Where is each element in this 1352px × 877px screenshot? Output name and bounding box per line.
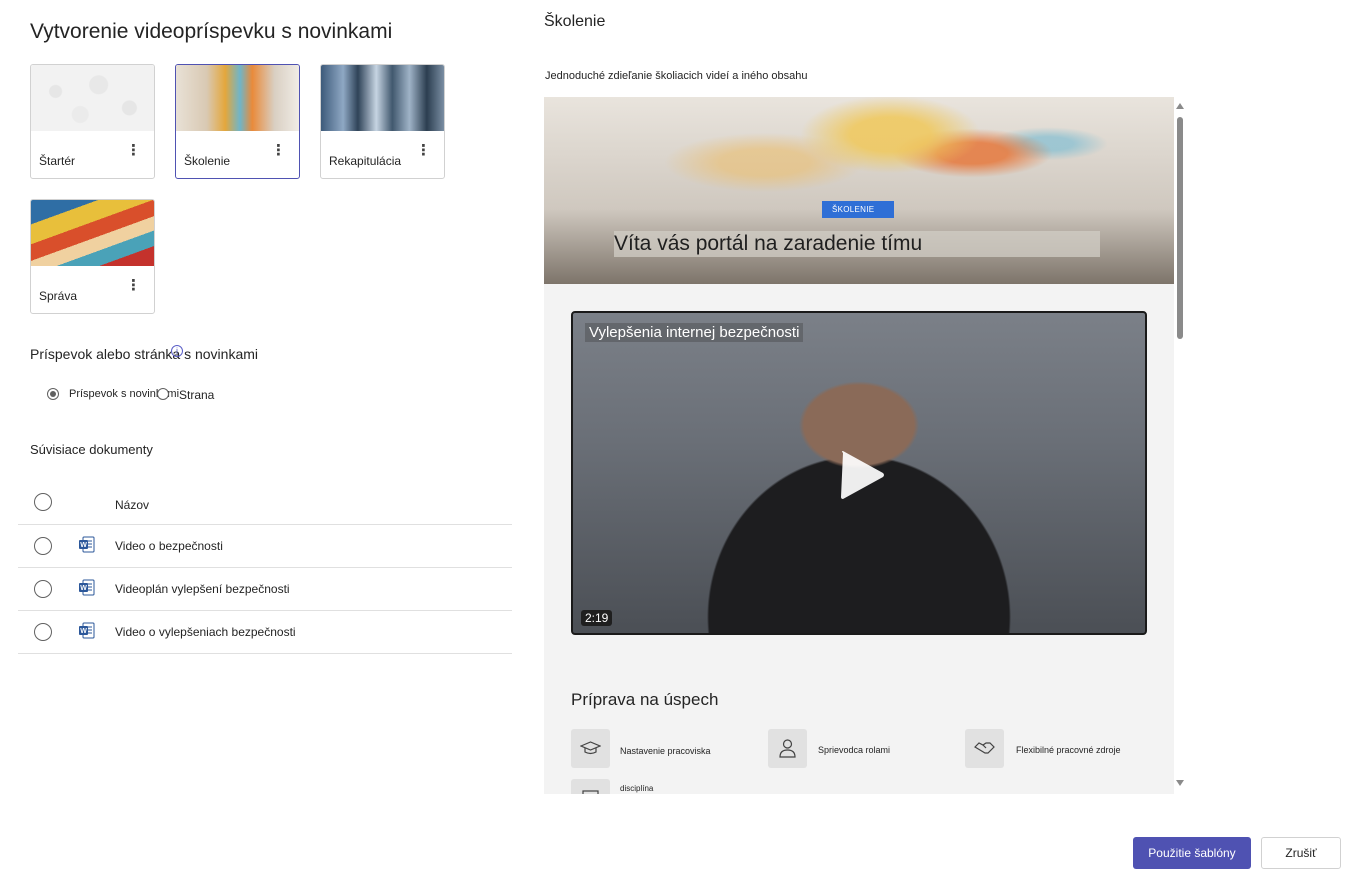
cancel-button[interactable]: Zrušiť — [1261, 837, 1341, 869]
feature-label: Nastavenie pracoviska — [620, 746, 711, 756]
scroll-down-icon[interactable] — [1176, 780, 1184, 786]
template-card-report[interactable]: Správa ⋮ — [30, 199, 155, 314]
preview-description: Jednoduché zdieľanie školiacich videí a … — [545, 70, 808, 82]
doc-name[interactable]: Video o bezpečnosti — [115, 539, 223, 553]
more-options-icon[interactable]: ⋮ — [126, 278, 141, 294]
scrollbar-thumb[interactable] — [1177, 117, 1183, 339]
row-select-radio[interactable] — [34, 580, 52, 598]
template-card-training[interactable]: Školenie ⋮ — [175, 64, 300, 179]
more-options-icon[interactable]: ⋮ — [271, 143, 286, 159]
word-doc-icon: W — [79, 622, 95, 639]
hero-tag: ŠKOLENIE — [822, 201, 894, 218]
video-title: Vylepšenia internej bezpečnosti — [585, 323, 804, 342]
template-card-recap[interactable]: Rekapitulácia ⋮ — [320, 64, 445, 179]
post-type-label: Príspevok alebo stránka s novinkami — [30, 346, 258, 362]
radio-page-label: Strana — [179, 388, 215, 402]
svg-text:W: W — [80, 542, 87, 549]
svg-text:W: W — [80, 585, 87, 592]
row-select-radio[interactable] — [34, 537, 52, 555]
template-thumbnail — [176, 65, 299, 131]
hero-banner: ŠKOLENIE Víta vás portál na zaradenie tí… — [544, 97, 1174, 284]
handshake-icon — [965, 729, 1004, 768]
feature-label: Sprievodca rolami — [818, 745, 891, 755]
info-icon[interactable]: i — [171, 345, 183, 357]
feature-label: Flexibilné pracovné zdroje — [1016, 745, 1121, 755]
template-label: Školenie — [184, 154, 231, 168]
feature-label: disciplína — [620, 784, 654, 793]
template-label: Rekapitulácia — [329, 154, 402, 168]
preview-scrollbar[interactable] — [1174, 97, 1186, 794]
graduation-cap-icon — [571, 729, 610, 768]
more-options-icon[interactable]: ⋮ — [416, 143, 431, 159]
related-docs-label: Súvisiace dokumenty — [30, 442, 153, 457]
board-icon — [571, 779, 610, 794]
doc-name[interactable]: Videoplán vylepšení bezpečnosti — [115, 582, 290, 596]
word-doc-icon: W — [79, 536, 95, 553]
table-row[interactable]: W Video o bezpečnosti — [18, 525, 512, 568]
hero-headline: Víta vás portál na zaradenie tímu — [614, 231, 1100, 257]
template-card-starter[interactable]: Štartér ⋮ — [30, 64, 155, 179]
radio-page[interactable] — [157, 388, 169, 400]
template-thumbnail — [321, 65, 444, 131]
row-select-radio[interactable] — [34, 623, 52, 641]
more-options-icon[interactable]: ⋮ — [126, 143, 141, 159]
docs-header-row: Názov — [18, 482, 512, 525]
dialog-title: Vytvorenie videopríspevku s novinkami — [30, 20, 393, 43]
doc-name[interactable]: Video o vylepšeniach bezpečnosti — [115, 625, 296, 639]
table-row[interactable]: W Videoplán vylepšení bezpečnosti — [18, 568, 512, 611]
video-player[interactable]: Vylepšenia internej bezpečnosti 2:19 — [571, 311, 1147, 635]
select-all-radio[interactable] — [34, 493, 52, 511]
scroll-up-icon[interactable] — [1176, 103, 1184, 109]
template-thumbnail — [31, 65, 154, 131]
template-label: Štartér — [39, 154, 76, 168]
template-label: Správa — [39, 289, 78, 303]
preview-title: Školenie — [544, 13, 606, 30]
word-doc-icon: W — [79, 579, 95, 596]
apply-template-button[interactable]: Použitie šablóny — [1133, 837, 1251, 869]
person-icon — [768, 729, 807, 768]
play-icon[interactable] — [837, 449, 887, 501]
section-heading: Príprava na úspech — [571, 690, 719, 709]
template-thumbnail — [31, 200, 154, 266]
table-row[interactable]: W Video o vylepšeniach bezpečnosti — [18, 611, 512, 654]
radio-news-post[interactable] — [47, 388, 59, 400]
template-preview[interactable]: ŠKOLENIE Víta vás portál na zaradenie tí… — [544, 97, 1174, 794]
svg-text:W: W — [80, 628, 87, 635]
column-header-name: Názov — [115, 498, 150, 512]
video-duration: 2:19 — [581, 610, 613, 626]
